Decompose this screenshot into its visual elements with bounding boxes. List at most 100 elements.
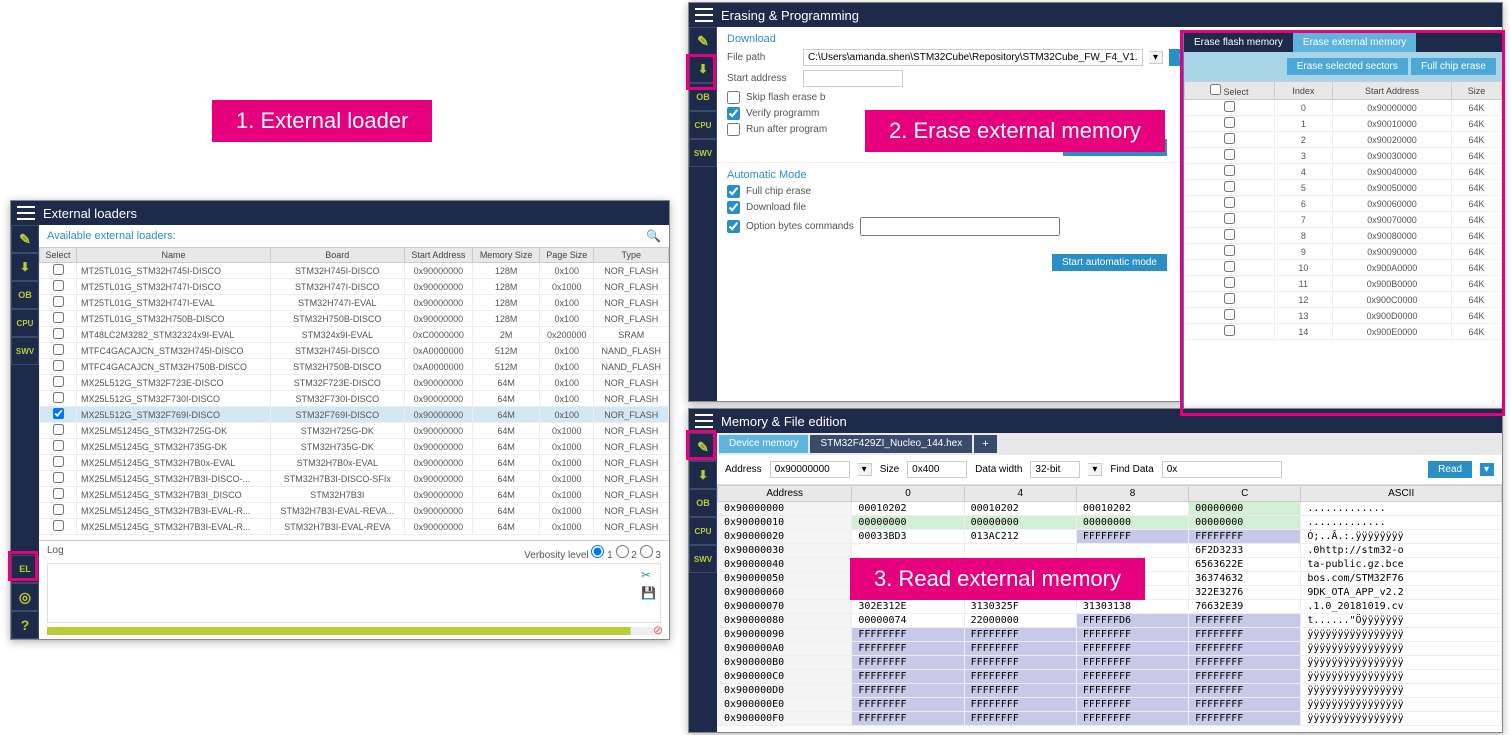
sector-select-checkbox[interactable] [1224, 133, 1235, 144]
ob-button[interactable] [689, 83, 717, 111]
row-select-checkbox[interactable] [53, 440, 64, 451]
data-width-select[interactable] [1030, 461, 1080, 478]
verbosity-1[interactable] [591, 545, 604, 558]
sector-row[interactable]: 120x900C000064K [1185, 292, 1502, 308]
table-row[interactable]: MX25L512G_STM32F723E-DISCOSTM32F723E-DIS… [40, 375, 669, 391]
hex-row[interactable]: 0x900000800000007422000000FFFFFFD6FFFFFF… [718, 614, 1502, 628]
sector-select-checkbox[interactable] [1224, 181, 1235, 192]
size-input[interactable] [907, 461, 967, 478]
row-select-checkbox[interactable] [53, 488, 64, 499]
col-header[interactable]: Type [594, 248, 669, 263]
sector-select-checkbox[interactable] [1224, 149, 1235, 160]
row-select-checkbox[interactable] [53, 472, 64, 483]
cpu-button[interactable] [11, 309, 39, 337]
row-select-checkbox[interactable] [53, 520, 64, 531]
row-select-checkbox[interactable] [53, 408, 64, 419]
sector-row[interactable]: 40x9004000064K [1185, 164, 1502, 180]
col-header[interactable]: Name [77, 248, 271, 263]
row-select-checkbox[interactable] [53, 504, 64, 515]
col-header[interactable]: Select [40, 248, 77, 263]
col-header[interactable]: 8 [1076, 486, 1188, 502]
pencil-icon[interactable] [689, 433, 717, 461]
sector-select-checkbox[interactable] [1224, 197, 1235, 208]
col-header[interactable]: Address [718, 486, 852, 502]
hex-row[interactable]: 0x900000B0FFFFFFFFFFFFFFFFFFFFFFFFFFFFFF… [718, 656, 1502, 670]
address-dropdown[interactable]: ▾ [858, 463, 872, 476]
table-row[interactable]: MT25TL01G_STM32H750B-DISCOSTM32H750B-DIS… [40, 311, 669, 327]
sector-select-checkbox[interactable] [1224, 101, 1235, 112]
row-select-checkbox[interactable] [53, 360, 64, 371]
download-file-checkbox[interactable] [727, 201, 740, 214]
option-bytes-checkbox[interactable] [727, 220, 740, 233]
log-clear-icon[interactable]: ✂ [641, 568, 656, 582]
verbosity-3[interactable] [640, 545, 653, 558]
ob-button[interactable] [11, 281, 39, 309]
download-icon[interactable] [689, 55, 717, 83]
swv-button[interactable] [689, 545, 717, 573]
pencil-icon[interactable] [11, 225, 39, 253]
table-row[interactable]: MX25L512G_STM32F730I-DISCOSTM32F730I-DIS… [40, 391, 669, 407]
sector-row[interactable]: 30x9003000064K [1185, 148, 1502, 164]
option-bytes-input[interactable] [860, 217, 1060, 236]
table-row[interactable]: MT48LC2M3282_STM32324x9I-EVALSTM324x9I-E… [40, 327, 669, 343]
sector-row[interactable]: 10x9001000064K [1185, 116, 1502, 132]
sector-row[interactable]: 00x9000000064K [1185, 100, 1502, 116]
start-address-input[interactable] [803, 70, 903, 87]
tab-erase-flash[interactable]: Erase flash memory [1184, 33, 1293, 52]
sector-row[interactable]: 50x9005000064K [1185, 180, 1502, 196]
sector-row[interactable]: 60x9006000064K [1185, 196, 1502, 212]
row-select-checkbox[interactable] [53, 312, 64, 323]
col-header[interactable]: Start Address [1333, 82, 1452, 100]
row-select-checkbox[interactable] [53, 424, 64, 435]
row-select-checkbox[interactable] [53, 264, 64, 275]
tab-erase-external[interactable]: Erase external memory [1293, 33, 1416, 52]
sector-select-checkbox[interactable] [1224, 165, 1235, 176]
col-header[interactable]: Board [271, 248, 404, 263]
hex-row[interactable]: 0x900000A0FFFFFFFFFFFFFFFFFFFFFFFFFFFFFF… [718, 642, 1502, 656]
hex-row[interactable]: 0x90000070302E312E3130325F3130313876632E… [718, 600, 1502, 614]
read-dropdown[interactable]: ▾ [1480, 463, 1494, 476]
row-select-checkbox[interactable] [53, 344, 64, 355]
swv-button[interactable] [11, 337, 39, 365]
search-icon[interactable] [646, 229, 661, 243]
download-icon[interactable] [11, 253, 39, 281]
col-header[interactable]: Size [1451, 82, 1501, 100]
col-header[interactable]: Memory Size [473, 248, 540, 263]
log-save-icon[interactable]: 💾 [641, 586, 656, 600]
file-path-input[interactable] [803, 49, 1143, 66]
row-select-checkbox[interactable] [53, 376, 64, 387]
table-row[interactable]: MX25LM51245G_STM32H7B3I_DISCOSTM32H7B3I0… [40, 487, 669, 503]
sector-select-checkbox[interactable] [1224, 213, 1235, 224]
cpu-button[interactable] [689, 517, 717, 545]
hex-row[interactable]: 0x90000010000000000000000000000000000000… [718, 516, 1502, 530]
file-path-dropdown[interactable]: ▾ [1149, 51, 1163, 64]
sector-select-checkbox[interactable] [1224, 229, 1235, 240]
table-row[interactable]: MX25LM51245G_STM32H7B3I-EVAL-R...STM32H7… [40, 503, 669, 519]
table-row[interactable]: MTFC4GACAJCN_STM32H745I-DISCOSTM32H745I-… [40, 343, 669, 359]
full-chip-erase-button[interactable]: Full chip erase [1411, 58, 1496, 75]
find-data-input[interactable] [1162, 461, 1282, 478]
download-icon[interactable] [689, 461, 717, 489]
col-header[interactable]: Select [1185, 82, 1275, 100]
hamburger-icon[interactable] [17, 206, 35, 220]
col-header[interactable]: Start Address [404, 248, 473, 263]
col-header[interactable]: ASCII [1301, 486, 1502, 502]
hex-row[interactable]: 0x900000306F2D3233.0http://stm32-o [718, 544, 1502, 558]
sector-row[interactable]: 130x900D000064K [1185, 308, 1502, 324]
skip-erase-checkbox[interactable] [727, 91, 740, 104]
row-select-checkbox[interactable] [53, 280, 64, 291]
sector-select-checkbox[interactable] [1224, 325, 1235, 336]
table-row[interactable]: MX25LM51245G_STM32H7B3I-EVAL-R...STM32H7… [40, 519, 669, 535]
tab-device-memory[interactable]: Device memory [719, 435, 808, 453]
hex-row[interactable]: 0x90000000000102020001020200010202000000… [718, 502, 1502, 516]
col-header[interactable]: Page Size [540, 248, 594, 263]
address-input[interactable] [770, 461, 850, 478]
external-loader-button[interactable] [11, 555, 39, 583]
table-row[interactable]: MT25TL01G_STM32H745I-DISCOSTM32H745I-DIS… [40, 263, 669, 279]
hex-row[interactable]: 0x900000F0FFFFFFFFFFFFFFFFFFFFFFFFFFFFFF… [718, 712, 1502, 726]
hex-row[interactable]: 0x900000D0FFFFFFFFFFFFFFFFFFFFFFFFFFFFFF… [718, 684, 1502, 698]
target-icon[interactable] [11, 583, 39, 611]
row-select-checkbox[interactable] [53, 296, 64, 307]
sector-row[interactable]: 80x9008000064K [1185, 228, 1502, 244]
table-row[interactable]: MX25L512G_STM32F769I-DISCOSTM32F769I-DIS… [40, 407, 669, 423]
